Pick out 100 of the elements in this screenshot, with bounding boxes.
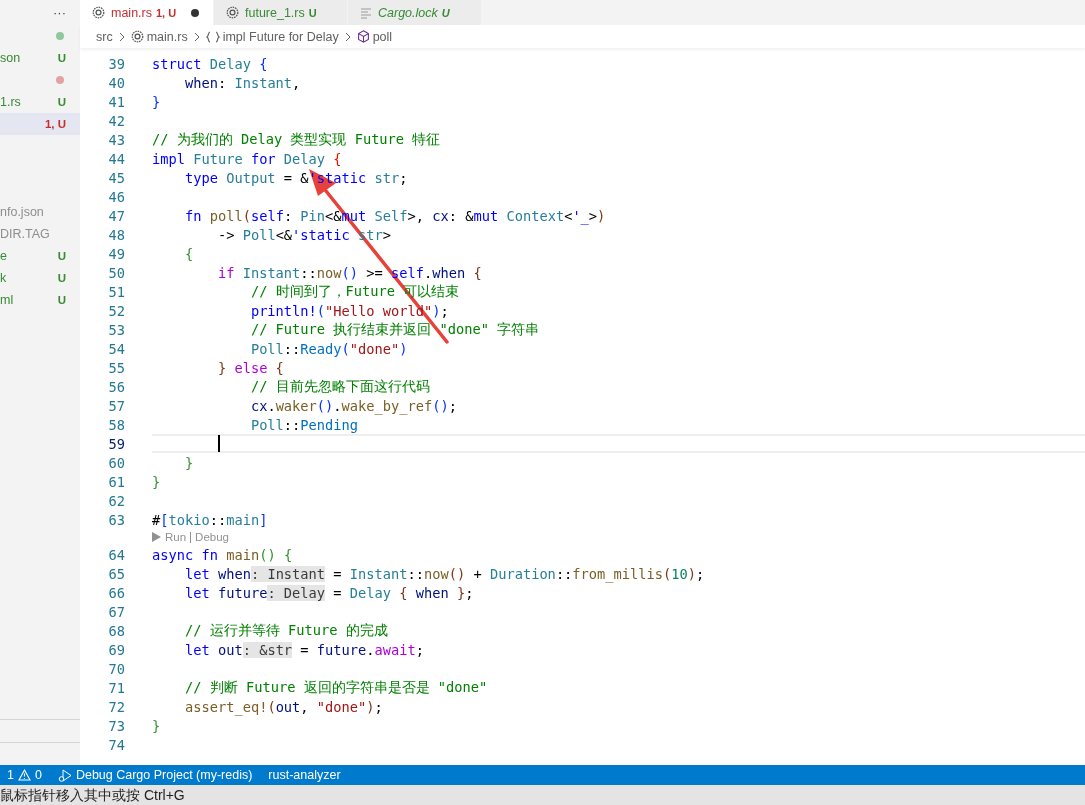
git-status-label: U — [441, 6, 450, 19]
code-line: #[tokio::main] — [152, 511, 268, 528]
git-status-label: U — [57, 294, 66, 306]
editor-tab[interactable]: main.rs 1, U — [80, 0, 214, 25]
git-status-label: U — [308, 6, 317, 19]
git-status-label: U — [57, 52, 66, 64]
braces-icon — [205, 30, 220, 43]
code-lens-link[interactable]: Run — [165, 531, 187, 543]
git-status-label: U — [57, 272, 66, 284]
file-row[interactable]: 1, U — [0, 113, 80, 135]
file-row[interactable]: nfo.json — [0, 201, 80, 223]
file-row[interactable]: 1.rs U — [0, 91, 80, 113]
file-name: k — [0, 271, 7, 285]
line-number: 74 — [107, 736, 125, 753]
file-name: nfo.json — [0, 205, 44, 219]
code-line: // 运行并等待 Future 的完成 — [183, 621, 388, 640]
code-line: } — [152, 717, 161, 734]
line-number: 52 — [107, 302, 125, 319]
play-icon — [152, 532, 161, 542]
tab-title: Cargo.lock — [378, 5, 438, 20]
code-line: Poll::Pending — [249, 416, 359, 433]
git-status-label: 1, U — [44, 118, 66, 130]
line-number: 69 — [107, 641, 125, 658]
code-line: if Instant::now() >= self.when { — [216, 264, 482, 281]
gear-icon — [92, 6, 105, 19]
line-number: 68 — [107, 622, 125, 639]
breadcrumb-item[interactable]: main.rs — [130, 29, 188, 44]
more-actions-menu[interactable]: ··· — [53, 5, 66, 20]
code-lens-link[interactable]: Debug — [195, 531, 229, 543]
line-number: 43 — [107, 131, 125, 148]
line-number: 71 — [107, 679, 125, 696]
code-line: // 为我们的 Delay 类型实现 Future 特征 — [152, 130, 441, 149]
status-item[interactable]: Debug Cargo Project (my-redis) — [52, 768, 258, 782]
code-line: let out: &str = future.await; — [183, 641, 424, 658]
line-number: 56 — [107, 378, 125, 395]
debug-run-icon — [57, 768, 72, 782]
line-number: 48 — [107, 226, 125, 243]
line-number: 59 — [107, 435, 125, 452]
file-name: ml — [0, 293, 14, 307]
code-line: async fn main() { — [152, 546, 293, 563]
line-number: 44 — [107, 150, 125, 167]
code-line: Poll::Ready("done") — [249, 340, 408, 357]
editor-tab[interactable]: Cargo.lock U — [348, 0, 482, 25]
file-name: son — [0, 51, 21, 65]
code-line: when: Instant, — [183, 74, 301, 91]
file-row[interactable]: DIR.TAG — [0, 223, 80, 245]
code-line: let future: Delay = Delay { when }; — [183, 584, 474, 601]
git-status-label: U — [57, 250, 66, 262]
file-name: 1.rs — [0, 95, 21, 109]
file-row[interactable]: e U — [0, 245, 80, 267]
line-number: 73 — [107, 717, 125, 734]
line-number: 65 — [107, 565, 125, 582]
gear-icon — [130, 30, 144, 43]
code-line: // 判断 Future 返回的字符串是否是 "done" — [183, 678, 488, 697]
gear-icon — [226, 6, 239, 19]
file-row[interactable]: k U — [0, 267, 80, 289]
code-line: impl Future for Delay { — [152, 150, 342, 167]
breadcrumb-item[interactable]: src — [96, 29, 113, 44]
line-number: 54 — [107, 340, 125, 357]
code-line: { — [183, 245, 194, 262]
line-number: 58 — [107, 416, 125, 433]
line-number: 50 — [107, 264, 125, 281]
code-line: } — [183, 454, 194, 471]
tab-title: main.rs — [111, 5, 152, 20]
line-number: 55 — [107, 359, 125, 376]
line-number: 62 — [107, 492, 125, 509]
line-number: 49 — [107, 245, 125, 262]
line-number: 42 — [107, 112, 125, 129]
line-number: 70 — [107, 660, 125, 677]
line-number: 67 — [107, 603, 125, 620]
line-number: 51 — [107, 283, 125, 300]
line-number: 60 — [107, 454, 125, 471]
line-number: 66 — [107, 584, 125, 601]
line-number: 63 — [107, 511, 125, 528]
status-item[interactable]: rust-analyzer — [263, 768, 346, 782]
line-number: 46 — [107, 188, 125, 205]
warning-icon — [17, 769, 31, 781]
line-number: 57 — [107, 397, 125, 414]
git-status-label: U — [57, 96, 66, 108]
line-number: 53 — [107, 321, 125, 338]
editor-tab[interactable]: future_1.rs U — [214, 0, 348, 25]
problems-indicator[interactable]: 1 0 — [2, 768, 47, 782]
code-line: struct Delay { — [152, 55, 268, 72]
line-number: 40 — [107, 74, 125, 91]
code-line: // 目前先忽略下面这行代码 — [249, 377, 430, 396]
line-number: 45 — [107, 169, 125, 186]
file-name: e — [0, 249, 7, 263]
breadcrumb-item[interactable]: impl Future for Delay — [205, 29, 339, 44]
code-line: } else { — [216, 359, 284, 376]
git-status-label: 1, U — [156, 6, 177, 19]
line-number: 61 — [107, 473, 125, 490]
text-cursor — [217, 435, 220, 452]
code-line: let when: Instant = Instant::now() + Duration::from_millis(10); — [183, 565, 705, 582]
cube-icon — [356, 30, 370, 43]
line-number: 47 — [107, 207, 125, 224]
file-row[interactable]: son U — [0, 47, 80, 69]
line-number: 41 — [107, 93, 125, 110]
breadcrumb-item[interactable]: poll — [356, 29, 393, 44]
file-row[interactable]: ml U — [0, 289, 80, 311]
line-number: 64 — [107, 546, 125, 563]
